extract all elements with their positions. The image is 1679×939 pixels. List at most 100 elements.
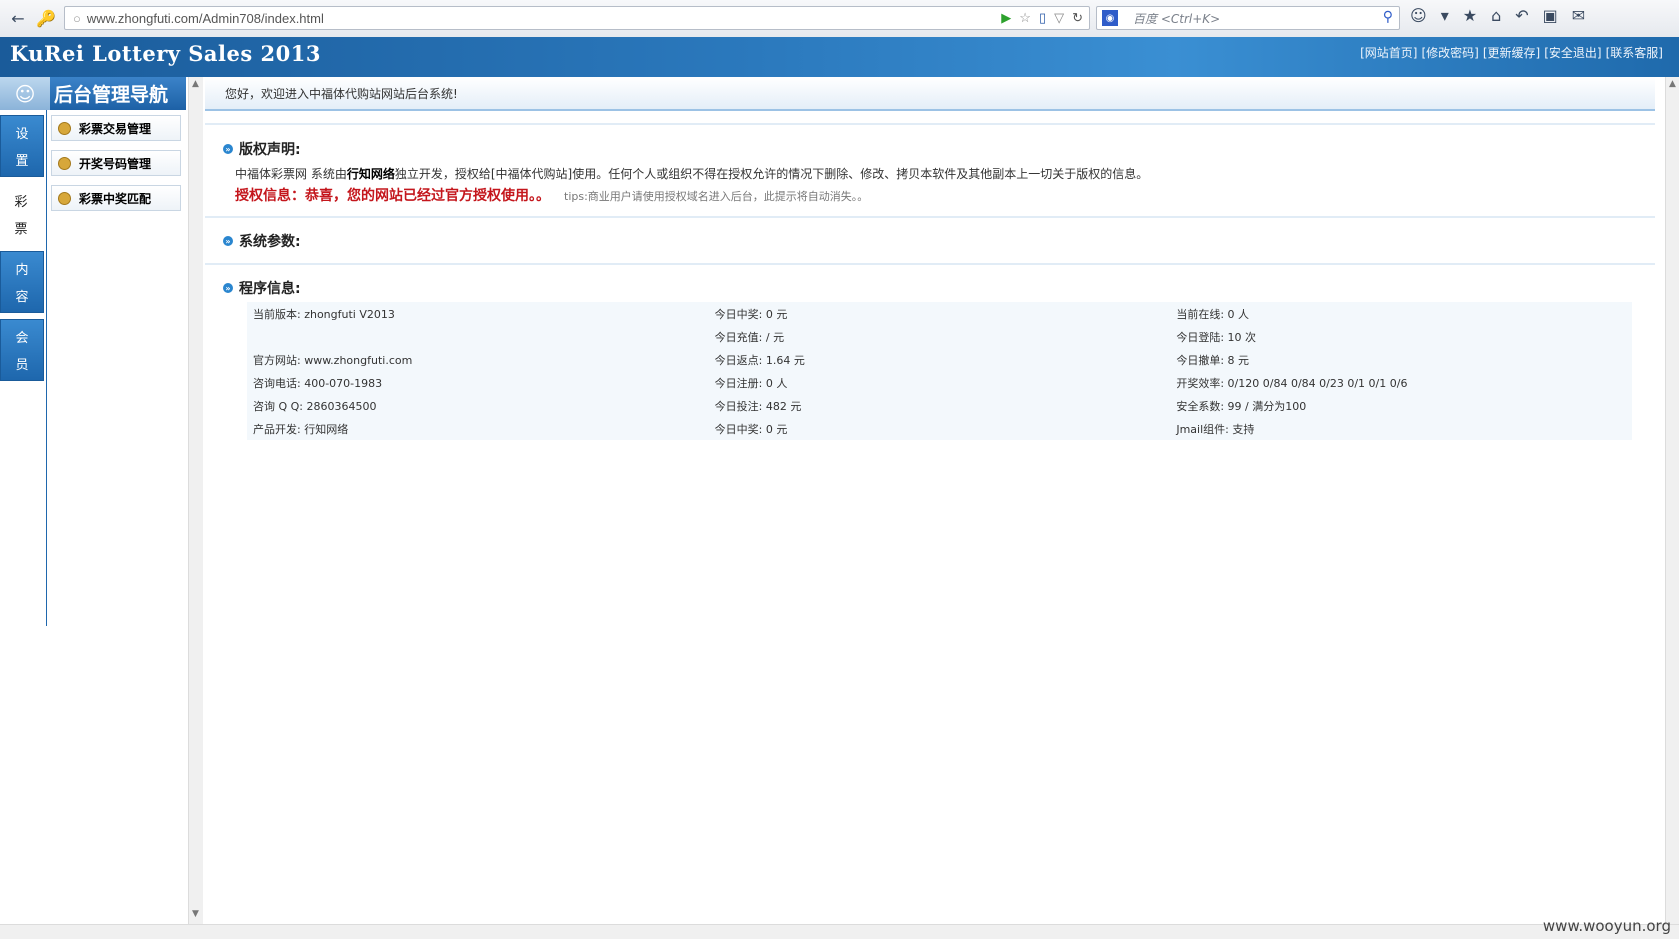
copyright-pre: 中福体彩票网 系统由 <box>235 167 347 181</box>
info-cell: 咨询电话: 400-070-1983 <box>253 376 383 390</box>
tab-settings-char1: 设 <box>15 127 29 142</box>
info-cell: 今日撤单: 8 元 <box>1176 353 1250 367</box>
link-change-password[interactable]: [修改密码] <box>1422 44 1479 61</box>
coin-icon <box>58 156 71 170</box>
table-row: 咨询 Q Q: 2860364500 今日投注: 482 元 安全系数: 99 … <box>247 394 1632 417</box>
nav-divider <box>46 110 47 626</box>
scroll-up-icon[interactable]: ▲ <box>1669 79 1676 89</box>
site-header: KuRei Lottery Sales 2013 [网站首页] [修改密码] [… <box>0 37 1679 77</box>
info-cell: Jmail组件: 支持 <box>1176 422 1255 436</box>
menu-dropdown-icon[interactable]: ▾ <box>1441 6 1449 25</box>
phone-icon[interactable]: ▯ <box>1039 10 1046 26</box>
tab-settings[interactable]: 设 置 <box>0 115 44 177</box>
table-row: 产品开发: 行知网络 今日中奖: 0 元 Jmail组件: 支持 <box>247 417 1632 440</box>
sys-params-title: 系统参数: <box>239 234 301 250</box>
main-frame-hscrollbar[interactable] <box>202 924 1679 939</box>
program-info-table: 当前版本: zhongfuti V2013 今日中奖: 0 元 当前在线: 0 … <box>247 302 1632 440</box>
link-logout[interactable]: [安全退出] <box>1544 44 1601 61</box>
auth-info: 授权信息：恭喜，您的网站已经过官方授权使用。。 <box>235 188 550 204</box>
info-cell: 今日投注: 482 元 <box>714 399 802 413</box>
info-cell: 官方网站: www.zhongfuti.com <box>253 353 413 367</box>
nav-item-label: 开奖号码管理 <box>79 156 152 171</box>
table-row: 今日充值: / 元 今日登陆: 10 次 <box>247 325 1632 348</box>
divider <box>205 123 1655 125</box>
copyright-post: 独立开发，授权给[中福体代购站]使用。任何个人或组织不得在授权允许的情况下删除、… <box>394 167 1149 181</box>
info-cell: 安全系数: 99 / 满分为100 <box>1176 399 1307 413</box>
program-info-heading: » 程序信息: <box>223 278 301 298</box>
chat-icon[interactable]: ✉ <box>1572 6 1585 25</box>
nav-item-prize-match[interactable]: 彩票中奖匹配 <box>51 185 181 211</box>
url-text: www.zhongfuti.com/Admin708/index.html <box>86 10 324 26</box>
nav-item-draw-numbers[interactable]: 开奖号码管理 <box>51 150 181 176</box>
tab-members-char2: 员 <box>15 358 29 373</box>
search-input[interactable]: ◉ 百度 <Ctrl+K> ⚲ <box>1096 6 1400 30</box>
header-links: [网站首页] [修改密码] [更新缓存] [安全退出] [联系客服] <box>1360 44 1663 61</box>
info-cell: 今日注册: 0 人 <box>714 376 788 390</box>
page-icon: ○ <box>73 10 81 26</box>
tab-lottery[interactable]: 彩 票 <box>0 183 44 245</box>
nav-item-label: 彩票中奖匹配 <box>79 191 152 206</box>
copyright-text: 中福体彩票网 系统由行知网络独立开发，授权给[中福体代购站]使用。任何个人或组织… <box>235 165 1148 182</box>
link-support[interactable]: [联系客服] <box>1606 44 1663 61</box>
search-engine-icon[interactable]: ◉ <box>1102 10 1118 26</box>
bullet-icon: » <box>223 283 233 293</box>
tab-lottery-char1: 彩 <box>14 195 28 210</box>
info-cell: 当前在线: 0 人 <box>1176 307 1250 321</box>
table-row: 当前版本: zhongfuti V2013 今日中奖: 0 元 当前在线: 0 … <box>247 302 1632 325</box>
nav-title-text: 后台管理导航 <box>54 84 169 106</box>
key-icon[interactable]: 🔑 <box>34 6 58 30</box>
info-cell: 今日充值: / 元 <box>714 330 785 344</box>
avatar-icon: ☺ <box>0 77 50 110</box>
search-icon[interactable]: ⚲ <box>1383 9 1393 25</box>
tab-members[interactable]: 会 员 <box>0 319 44 381</box>
left-frame-scrollbar[interactable]: ▲ ▼ <box>188 77 203 924</box>
program-info-title: 程序信息: <box>239 281 301 297</box>
bullet-icon: » <box>223 144 233 154</box>
home-icon[interactable]: ⌂ <box>1491 6 1501 25</box>
welcome-bar: 您好，欢迎进入中福体代购站网站后台系统! <box>205 77 1655 111</box>
auth-tips: tips:商业用户请使用授权域名进入后台，此提示将自动消失。。 <box>564 190 869 203</box>
copyright-heading: » 版权声明: <box>223 139 301 159</box>
main-content: 您好，欢迎进入中福体代购站网站后台系统! » 版权声明: 中福体彩票网 系统由行… <box>205 77 1660 923</box>
info-cell: 咨询 Q Q: 2860364500 <box>253 399 377 413</box>
emoji-icon[interactable]: ☺ <box>1410 6 1427 25</box>
browser-toolbar: ← 🔑 ○ www.zhongfuti.com/Admin708/index.h… <box>0 0 1679 38</box>
bookmark-icon[interactable]: ★ <box>1463 6 1477 25</box>
sys-params-heading: » 系统参数: <box>223 231 301 251</box>
main-frame-scrollbar[interactable]: ▲ <box>1665 77 1679 924</box>
info-cell: 当前版本: zhongfuti V2013 <box>253 307 395 321</box>
back-icon[interactable]: ← <box>6 6 30 30</box>
refresh-icon[interactable]: ↻ <box>1072 10 1083 26</box>
dropdown-icon[interactable]: ▽ <box>1054 10 1064 26</box>
nav-title: ☺ 后台管理导航 <box>0 77 186 110</box>
divider <box>205 263 1655 265</box>
scroll-up-icon[interactable]: ▲ <box>192 79 199 89</box>
nav-tabs: 设 置 彩 票 内 容 会 员 <box>0 115 46 387</box>
crop-icon[interactable]: ▣ <box>1543 6 1558 25</box>
welcome-text: 您好，欢迎进入中福体代购站网站后台系统! <box>225 86 458 101</box>
link-home[interactable]: [网站首页] <box>1360 44 1417 61</box>
tab-content-char1: 内 <box>15 263 29 278</box>
tab-content[interactable]: 内 容 <box>0 251 44 313</box>
scroll-down-icon[interactable]: ▼ <box>192 909 199 919</box>
tab-settings-char2: 置 <box>15 154 29 169</box>
go-icon[interactable]: ▶ <box>1001 10 1011 26</box>
undo-icon[interactable]: ↶ <box>1515 6 1528 25</box>
left-frame-hscrollbar[interactable] <box>0 924 202 939</box>
coin-icon <box>58 121 71 135</box>
link-update-cache[interactable]: [更新缓存] <box>1483 44 1540 61</box>
copyright-company: 行知网络 <box>346 167 395 181</box>
search-placeholder: 百度 <Ctrl+K> <box>1133 11 1221 26</box>
table-row: 官方网站: www.zhongfuti.com 今日返点: 1.64 元 今日撤… <box>247 348 1632 371</box>
nav-item-label: 彩票交易管理 <box>79 121 152 136</box>
url-input[interactable]: ○ www.zhongfuti.com/Admin708/index.html … <box>64 6 1090 30</box>
info-cell: 今日返点: 1.64 元 <box>714 353 805 367</box>
tab-members-char1: 会 <box>15 331 29 346</box>
tab-content-char2: 容 <box>15 290 29 305</box>
site-title: KuRei Lottery Sales 2013 <box>10 41 321 66</box>
nav-item-lottery-trade[interactable]: 彩票交易管理 <box>51 115 181 141</box>
star-icon[interactable]: ☆ <box>1019 10 1031 26</box>
divider <box>205 216 1655 218</box>
coin-icon <box>58 191 71 205</box>
info-cell: 今日登陆: 10 次 <box>1176 330 1257 344</box>
